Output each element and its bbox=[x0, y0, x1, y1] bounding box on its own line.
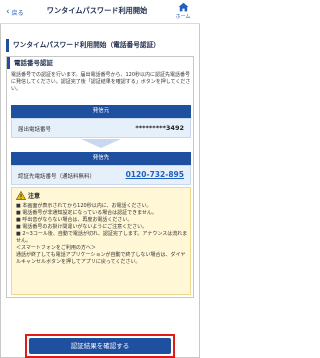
cta-highlight: 認証結果を確認する bbox=[25, 334, 175, 358]
chevron-left-icon: ‹ bbox=[6, 6, 10, 17]
notice-item: 通話が終了しても電話アプリケーションが自動で終了しない場合は、ダイヤルキャンセル… bbox=[16, 252, 186, 265]
notice-item: ■ 呼出音がならない場合は、再度お電話ください。 bbox=[16, 217, 133, 223]
back-label: 戻る bbox=[11, 9, 24, 17]
caller-box: 届出電話番号 *********3492 bbox=[11, 118, 191, 138]
back-button[interactable]: ‹ 戻る bbox=[6, 6, 24, 18]
warning-icon bbox=[16, 191, 26, 200]
callee-phone-link[interactable]: 0120-732-895 bbox=[126, 170, 184, 179]
caller-label: 届出電話番号 bbox=[18, 127, 52, 133]
notice-title: 注意 bbox=[28, 193, 41, 200]
callee-box-header: 発信先 bbox=[11, 152, 191, 165]
phone-auth-card: 電話番号認証 電話番号での認証を行います。届出電話番号から、120秒以内に認証先… bbox=[6, 56, 194, 298]
notice-item: ■ 2~3コール後、自動で電話が切れ、認証完了します。アナウンスは流れません。 bbox=[16, 231, 188, 244]
flow-arrow bbox=[81, 139, 121, 148]
home-icon bbox=[178, 2, 188, 12]
confirm-result-button[interactable]: 認証結果を確認する bbox=[29, 338, 171, 354]
notice-item: ■ 電話番号が非通知設定になっている場合は認証できません。 bbox=[16, 210, 157, 216]
callee-box: 認証先電話番号（通話料無料） 0120-732-895 bbox=[11, 165, 191, 185]
top-bar: ‹ 戻る ワンタイムパスワード利用開始 ホーム bbox=[0, 0, 200, 24]
notice-header: 注意 bbox=[16, 191, 40, 200]
screen-title: ワンタイムパスワード利用開始 bbox=[46, 6, 148, 15]
notice-list: ■ 本画面が表示されてから120秒以内に、お電話ください。 ■ 電話番号が非通知… bbox=[16, 203, 188, 266]
auth-description: 電話番号での認証を行います。届出電話番号から、120秒以内に認証先電話番号に発信… bbox=[11, 72, 191, 92]
section-title: 電話番号認証 bbox=[7, 57, 193, 69]
notice-box: 注意 ■ 本画面が表示されてから120秒以内に、お電話ください。 ■ 電話番号が… bbox=[11, 187, 191, 295]
notice-item: ＜スマートフォンをご利用の方へ＞ bbox=[16, 245, 96, 251]
callee-label: 認証先電話番号（通話料無料） bbox=[18, 174, 96, 180]
caller-number: *********3492 bbox=[135, 124, 184, 132]
caller-box-header: 発信元 bbox=[11, 105, 191, 118]
notice-item: ■ 本画面が表示されてから120秒以内に、お電話ください。 bbox=[16, 203, 152, 209]
notice-item: ■ 電話番号のお掛け間違いがないようにご注意ください。 bbox=[16, 224, 148, 230]
page-heading: ワンタイムパスワード利用開始（電話番号認証） bbox=[6, 39, 194, 52]
home-label: ホーム bbox=[175, 14, 191, 20]
home-button[interactable]: ホーム bbox=[172, 2, 194, 22]
